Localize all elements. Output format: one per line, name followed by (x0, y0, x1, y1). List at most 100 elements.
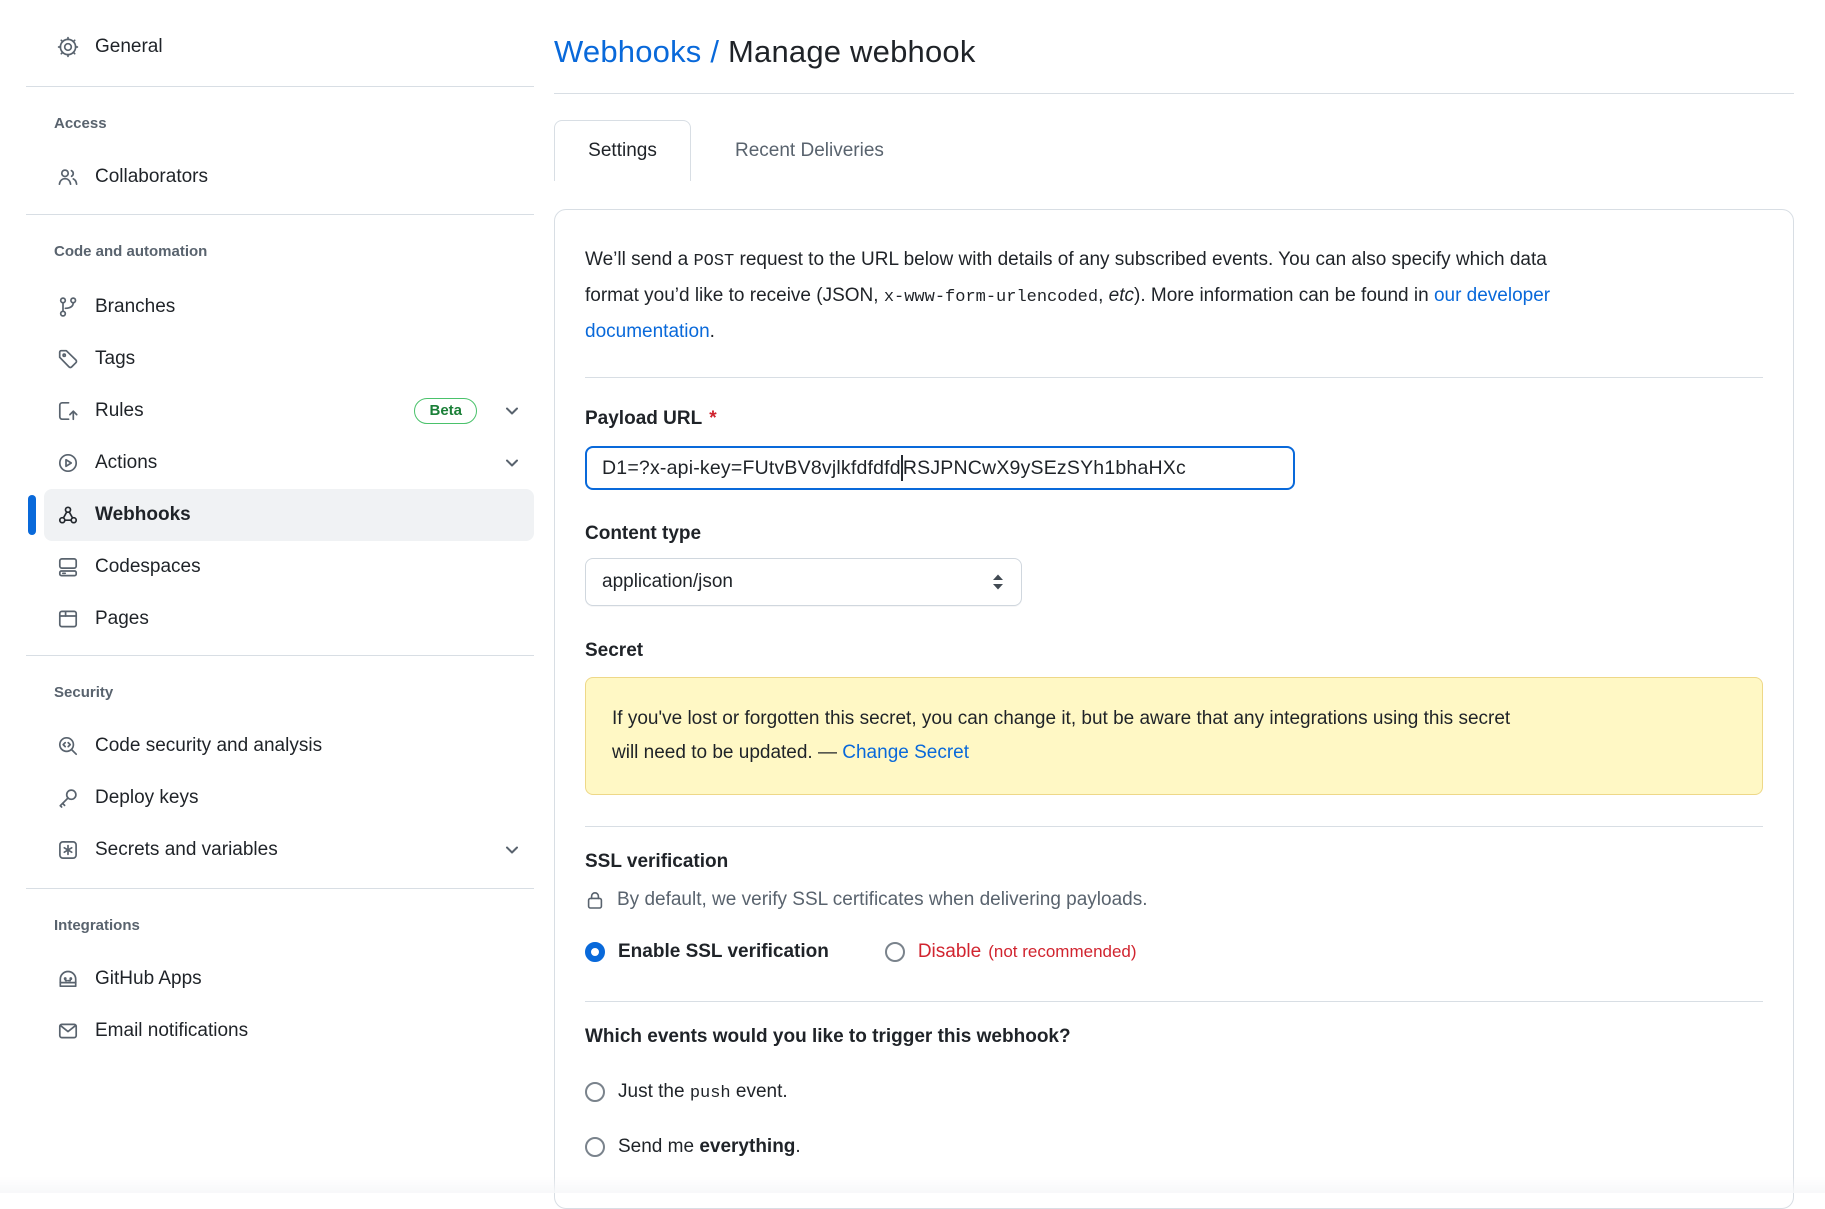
sidebar-item-secrets-and-variables[interactable]: Secrets and variables (44, 824, 534, 876)
sidebar-item-tags[interactable]: Tags (44, 333, 534, 385)
chevron-down-icon[interactable] (502, 401, 522, 421)
disable-ssl-radio[interactable] (885, 942, 905, 962)
enable-ssl-radio[interactable] (585, 942, 605, 962)
sidebar-item-github-apps[interactable]: GitHub Apps (44, 953, 534, 1005)
warning-text: will need to be updated. — (612, 742, 842, 763)
tab-recent-deliveries[interactable]: Recent Deliveries (691, 120, 928, 181)
sidebar-item-actions[interactable]: Actions (44, 437, 534, 489)
link-text: documentation (585, 321, 710, 342)
secret-label: Secret (585, 640, 1763, 662)
sidebar-item-code-security[interactable]: Code security and analysis (44, 720, 534, 772)
ssl-description-row: By default, we verify SSL certificates w… (585, 889, 1763, 911)
intro-segment: , (1098, 285, 1109, 306)
beta-badge: Beta (414, 398, 477, 424)
sidebar-item-label: Secrets and variables (95, 839, 278, 861)
settings-page: General Access Collaborators Code and au… (0, 0, 1825, 1209)
sidebar-section-security: Security (54, 683, 534, 703)
tab-settings[interactable]: Settings (554, 120, 691, 181)
sidebar-item-deploy-keys[interactable]: Deploy keys (44, 772, 534, 824)
sidebar-item-label: Tags (95, 348, 135, 370)
sidebar-item-codespaces[interactable]: Codespaces (44, 541, 534, 593)
enable-ssl-label[interactable]: Enable SSL verification (618, 941, 829, 963)
send-everything-label[interactable]: Send me everything. (618, 1136, 801, 1158)
gear-icon (56, 35, 80, 59)
post-code: POST (693, 252, 734, 271)
events-heading: Which events would you like to trigger t… (585, 1026, 1763, 1048)
codespaces-icon (56, 555, 80, 579)
everything-bold: everything (699, 1136, 795, 1157)
webhook-tabs: Settings Recent Deliveries (554, 120, 1794, 181)
content-type-value: application/json (602, 571, 733, 593)
sidebar-item-label: Pages (95, 608, 149, 630)
section-divider (585, 826, 1763, 827)
sidebar-divider (26, 214, 534, 215)
input-text-before-caret: D1=?x-api-key=FUtvBV8vjlkfdfdfd (602, 457, 901, 480)
sidebar-section-code-and-automation: Code and automation (54, 242, 534, 262)
repo-settings-sidebar: General Access Collaborators Code and au… (0, 0, 554, 1209)
intro-segment: . (710, 321, 715, 342)
payload-url-label: Payload URL* (585, 408, 1763, 430)
sidebar-item-label: Webhooks (95, 504, 191, 526)
warning-text: If you've lost or forgotten this secret,… (612, 708, 1510, 729)
intro-segment: We’ll send a (585, 249, 693, 270)
sidebar-item-label: Code security and analysis (95, 735, 322, 757)
page-title: Webhooks / Manage webhook (554, 30, 1794, 94)
disable-ssl-label[interactable]: Disable (918, 941, 981, 963)
sidebar-item-general[interactable]: General (44, 21, 534, 73)
section-divider (585, 377, 1763, 378)
just-push-label[interactable]: Just the push event. (618, 1081, 788, 1103)
sidebar-section-access: Access (54, 114, 534, 134)
input-text-after-caret: RSJPNCwX9ySEzSYh1bhaHXc (903, 457, 1186, 480)
sidebar-item-label: General (95, 36, 163, 58)
page-title-text: Manage webhook (728, 34, 976, 69)
sidebar-item-pages[interactable]: Pages (44, 593, 534, 645)
chevron-down-icon[interactable] (502, 840, 522, 860)
intro-segment: format you’d like to receive (JSON, (585, 285, 884, 306)
secret-warning-box: If you've lost or forgotten this secret,… (585, 677, 1763, 795)
people-icon (56, 165, 80, 189)
webhook-icon (56, 503, 80, 527)
sidebar-item-branches[interactable]: Branches (44, 281, 534, 333)
sidebar-item-label: Codespaces (95, 556, 201, 578)
sidebar-item-label: Collaborators (95, 166, 208, 188)
rules-icon (56, 399, 80, 423)
sidebar-item-label: Actions (95, 452, 157, 474)
sidebar-divider (26, 86, 534, 87)
codescan-icon (56, 734, 80, 758)
sidebar-item-email-notifications[interactable]: Email notifications (44, 1005, 534, 1057)
change-secret-link[interactable]: Change Secret (842, 742, 969, 763)
tag-icon (56, 347, 80, 371)
sidebar-item-webhooks[interactable]: Webhooks (44, 489, 534, 541)
push-code: push (690, 1084, 731, 1103)
breadcrumb-webhooks-link[interactable]: Webhooks (554, 34, 702, 69)
sidebar-divider (26, 655, 534, 656)
send-everything-radio[interactable] (585, 1137, 605, 1157)
hubot-icon (56, 967, 80, 991)
intro-segment: request to the URL below with details of… (734, 249, 1547, 270)
ssl-radio-group: Enable SSL verification Disable (not rec… (585, 941, 1763, 963)
sidebar-item-rules[interactable]: Rules Beta (44, 385, 534, 437)
git-branch-icon (56, 295, 80, 319)
play-icon (56, 451, 80, 475)
breadcrumb-separator: / (710, 34, 719, 69)
lock-icon (585, 889, 605, 911)
ssl-description: By default, we verify SSL certificates w… (617, 889, 1148, 911)
webhook-settings-panel: We’ll send a POST request to the URL bel… (554, 209, 1794, 1209)
main-content: Webhooks / Manage webhook Settings Recen… (554, 0, 1825, 1209)
payload-url-input[interactable]: D1=?x-api-key=FUtvBV8vjlkfdfdfdRSJPNCwX9… (585, 446, 1295, 490)
link-text: our developer (1434, 285, 1550, 306)
browser-icon (56, 607, 80, 631)
content-type-label: Content type (585, 523, 1763, 545)
sidebar-divider (26, 888, 534, 889)
required-marker: * (709, 408, 716, 429)
ssl-verification-heading: SSL verification (585, 851, 1763, 873)
intro-text: We’ll send a POST request to the URL bel… (585, 243, 1763, 349)
sidebar-section-integrations: Integrations (54, 916, 534, 936)
content-type-select[interactable]: application/json (585, 558, 1022, 606)
sidebar-item-label: GitHub Apps (95, 968, 202, 990)
sidebar-item-collaborators[interactable]: Collaborators (44, 151, 534, 203)
select-arrows-icon (991, 571, 1005, 593)
event-option-just-push: Just the push event. (585, 1081, 1763, 1103)
just-push-radio[interactable] (585, 1082, 605, 1102)
chevron-down-icon[interactable] (502, 453, 522, 473)
